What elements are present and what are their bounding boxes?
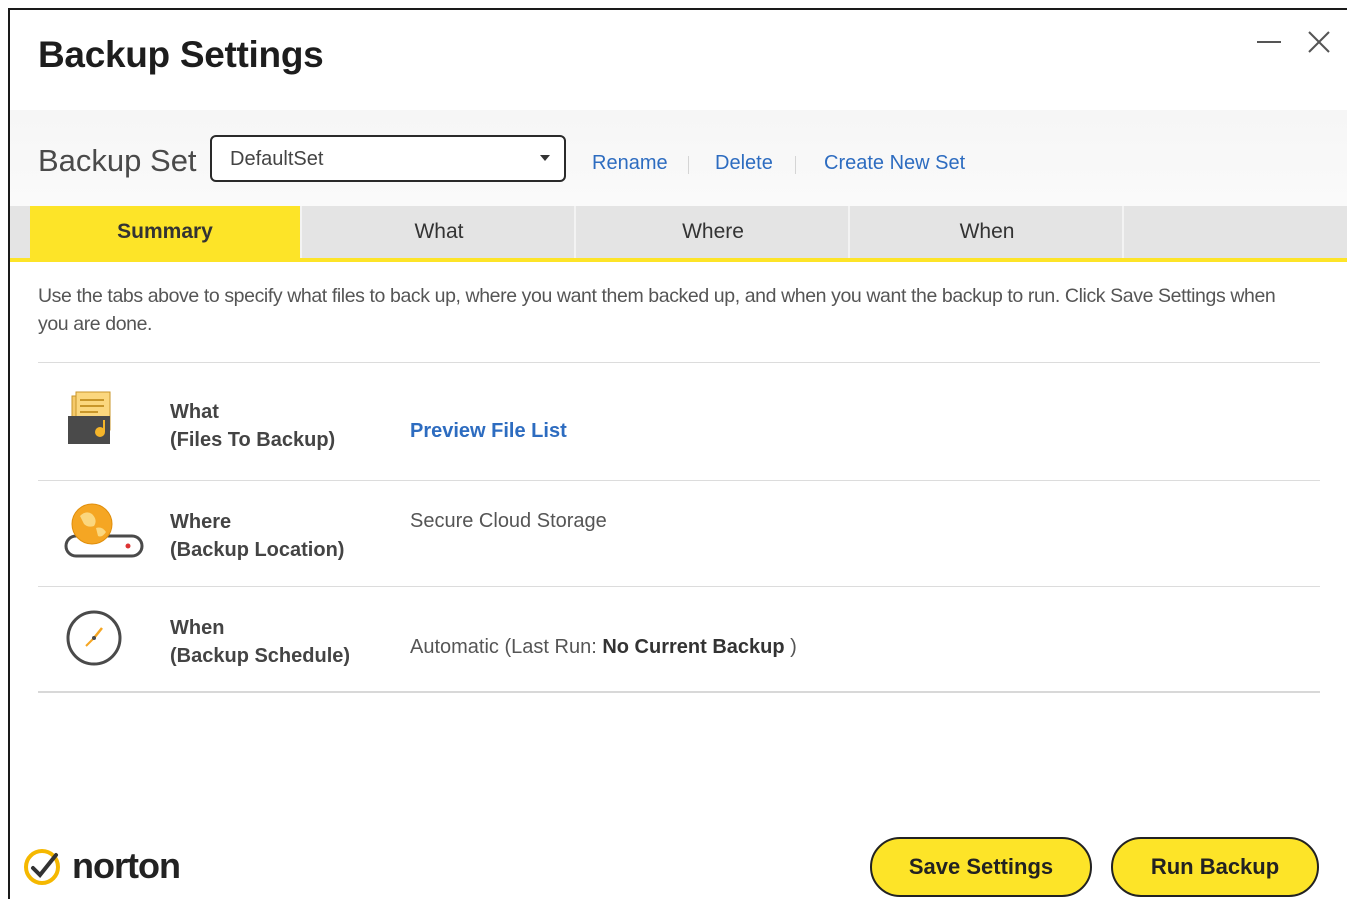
when-value-suffix: ) (784, 636, 797, 658)
where-title: Where (170, 511, 232, 533)
checkmark-icon (24, 849, 60, 885)
tab-summary[interactable]: Summary (30, 206, 302, 258)
preview-file-list-link[interactable]: Preview File List (410, 420, 567, 442)
tab-bar: Summary What Where When (10, 206, 1347, 262)
link-separator (795, 156, 796, 174)
minimize-button[interactable] (1251, 24, 1287, 60)
close-icon (1308, 31, 1330, 53)
tab-where[interactable]: Where (578, 206, 850, 258)
what-value: Preview File List (410, 420, 567, 443)
when-title: When (170, 617, 225, 639)
cloud-drive-icon (64, 503, 144, 558)
intro-text: Use the tabs above to specify what files… (38, 285, 1276, 335)
tab-bar-filler (1124, 206, 1347, 258)
where-value: Secure Cloud Storage (410, 510, 607, 532)
what-subtitle: (Files To Backup) (170, 429, 336, 451)
when-subtitle: (Backup Schedule) (170, 645, 351, 667)
norton-logo-text: norton (72, 845, 181, 886)
where-label: Where (Backup Location) (170, 508, 344, 564)
rename-link[interactable]: Rename (592, 152, 668, 175)
backup-set-label: Backup Set (38, 143, 197, 178)
footer: norton Save Settings Run Backup (10, 825, 1347, 899)
page-title: Backup Settings (38, 34, 324, 75)
when-label: When (Backup Schedule) (170, 614, 350, 670)
when-value-prefix: Automatic (Last Run: (410, 636, 603, 658)
when-value: Automatic (Last Run: No Current Backup ) (410, 636, 797, 659)
backup-set-bar: Backup Set DefaultSet Rename Delete Crea… (10, 110, 1347, 206)
where-subtitle: (Backup Location) (170, 539, 345, 561)
backup-set-selected-value: DefaultSet (230, 148, 324, 170)
link-separator (688, 156, 689, 174)
divider (38, 691, 1320, 693)
summary-row-when: When (Backup Schedule) Automatic (Last R… (38, 594, 1320, 694)
divider (38, 480, 1320, 481)
what-title: What (170, 401, 219, 423)
last-run-status: No Current Backup (602, 636, 785, 658)
delete-link[interactable]: Delete (715, 152, 773, 175)
divider (38, 586, 1320, 587)
run-backup-button[interactable]: Run Backup (1111, 837, 1319, 897)
save-settings-button[interactable]: Save Settings (870, 837, 1092, 897)
create-new-set-link[interactable]: Create New Set (824, 152, 965, 175)
minimize-icon (1257, 41, 1281, 43)
backup-settings-window: Backup Settings Backup Set DefaultSet Re… (8, 8, 1347, 899)
clock-icon (66, 610, 122, 666)
close-button[interactable] (1301, 24, 1337, 60)
summary-row-where: Where (Backup Location) Secure Cloud Sto… (38, 486, 1320, 586)
what-label: What (Files To Backup) (170, 398, 335, 454)
backup-set-dropdown[interactable]: DefaultSet (210, 135, 566, 182)
title-bar: Backup Settings (10, 10, 1347, 110)
dropdown-arrow-icon (540, 155, 550, 161)
tab-when[interactable]: When (852, 206, 1124, 258)
summary-row-what: What (Files To Backup) Preview File List (38, 372, 1320, 472)
divider (38, 362, 1320, 363)
files-folder-icon (68, 391, 111, 444)
tab-what[interactable]: What (304, 206, 576, 258)
